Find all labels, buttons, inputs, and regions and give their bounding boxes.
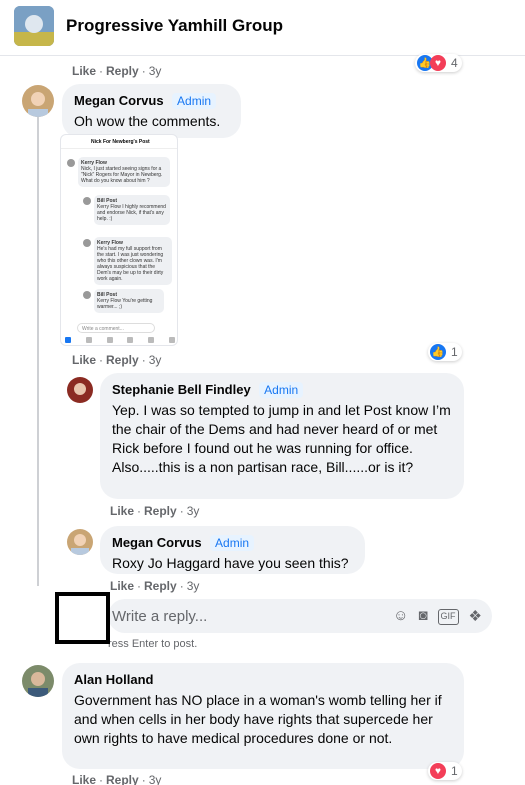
camera-icon[interactable]: ◙: [418, 607, 427, 625]
screenshot-tabbar: [65, 337, 175, 343]
avatar: [83, 239, 91, 247]
group-logo[interactable]: [14, 6, 54, 46]
comment-bubble: Megan Corvus Admin Oh wow the comments.: [62, 84, 241, 138]
comment-text: Oh wow the comments.: [74, 113, 221, 129]
timestamp[interactable]: 3y: [187, 579, 200, 593]
reply-text: Roxy Jo Haggard have you seen this?: [112, 555, 349, 571]
timestamp[interactable]: 3y: [149, 64, 162, 78]
top-comment-actions: Like · Reply · 3y: [72, 64, 162, 78]
author-name[interactable]: Alan Holland: [74, 672, 153, 687]
avatar: [83, 291, 91, 299]
reaction-count: 4: [451, 56, 458, 70]
comment-bubble: Alan Holland Government has NO place in …: [62, 663, 464, 769]
author-name[interactable]: Stephanie Bell Findley: [112, 382, 251, 397]
reply-text: Yep. I was so tempted to jump in and let…: [112, 402, 451, 475]
screenshot-comment: Bill Post Kerry Flow You're getting warme…: [94, 289, 164, 313]
reply-link[interactable]: Reply: [106, 353, 139, 367]
comment-actions: Like · Reply · 3y: [72, 353, 162, 367]
screenshot-comment: Bill Post Kerry Flow I highly recommend a…: [94, 195, 170, 225]
reaction-summary[interactable]: 👍 ♥ 4: [415, 54, 462, 72]
reply-input[interactable]: Write a reply... ☺ ◙ GIF ❖: [108, 599, 492, 633]
admin-badge: Admin: [210, 535, 255, 551]
avatar[interactable]: [22, 665, 54, 697]
group-header: Progressive Yamhill Group: [0, 0, 525, 56]
screenshot-title: Nick For Newberg's Post: [61, 135, 177, 149]
like-link[interactable]: Like: [110, 504, 134, 518]
heart-icon: ♥: [430, 55, 446, 71]
gif-icon[interactable]: GIF: [437, 609, 459, 625]
reply-link[interactable]: Reply: [106, 773, 139, 785]
author-name[interactable]: Megan Corvus: [74, 93, 164, 108]
reply-link[interactable]: Reply: [144, 504, 177, 518]
redaction-box: [55, 592, 110, 644]
reaction-summary[interactable]: ♥ 1: [428, 762, 462, 780]
reply-placeholder: Write a reply...: [112, 608, 208, 625]
like-link[interactable]: Like: [72, 353, 96, 367]
reply-link[interactable]: Reply: [144, 579, 177, 593]
like-link[interactable]: Like: [72, 64, 96, 78]
timestamp[interactable]: 3y: [149, 353, 162, 367]
avatar[interactable]: [22, 85, 54, 117]
admin-badge: Admin: [172, 93, 217, 109]
like-link[interactable]: Like: [72, 773, 96, 785]
reply-actions: Like · Reply · 3y: [110, 504, 200, 518]
avatar[interactable]: [67, 529, 93, 555]
like-link[interactable]: Like: [110, 579, 134, 593]
group-name[interactable]: Progressive Yamhill Group: [66, 16, 283, 36]
comment-attachment-image[interactable]: Nick For Newberg's Post Kerry Flow Nick, …: [60, 134, 178, 346]
avatar: [83, 197, 91, 205]
reaction-summary[interactable]: 👍 1: [428, 343, 462, 361]
screenshot-compose: Write a comment...: [77, 323, 155, 333]
reply-bubble: Megan Corvus Admin Roxy Jo Haggard have …: [100, 526, 365, 574]
thread-line: [37, 116, 39, 586]
timestamp[interactable]: 3y: [149, 773, 162, 785]
reply-bubble: Stephanie Bell Findley Admin Yep. I was …: [100, 373, 464, 499]
thumbs-up-icon: 👍: [430, 344, 446, 360]
avatar[interactable]: [67, 377, 93, 403]
reply-link[interactable]: Reply: [106, 64, 139, 78]
sticker-icon[interactable]: ❖: [469, 607, 482, 625]
author-name[interactable]: Megan Corvus: [112, 535, 202, 550]
reply-tools: ☺ ◙ GIF ❖: [393, 607, 482, 625]
smiley-icon[interactable]: ☺: [393, 607, 408, 625]
screenshot-comment: Kerry Flow He's had my full support from …: [94, 237, 172, 285]
admin-badge: Admin: [259, 382, 304, 398]
reaction-count: 1: [451, 345, 458, 359]
avatar: [67, 159, 75, 167]
comment-actions: Like · Reply · 3y: [72, 773, 162, 785]
timestamp[interactable]: 3y: [187, 504, 200, 518]
press-enter-hint: ress Enter to post.: [108, 638, 198, 650]
heart-icon: ♥: [430, 763, 446, 779]
screenshot-comment: Kerry Flow Nick, I just started seeing si…: [78, 157, 170, 187]
reaction-count: 1: [451, 764, 458, 778]
comment-text: Government has NO place in a woman's wom…: [74, 692, 442, 746]
reply-actions: Like · Reply · 3y: [110, 579, 200, 593]
